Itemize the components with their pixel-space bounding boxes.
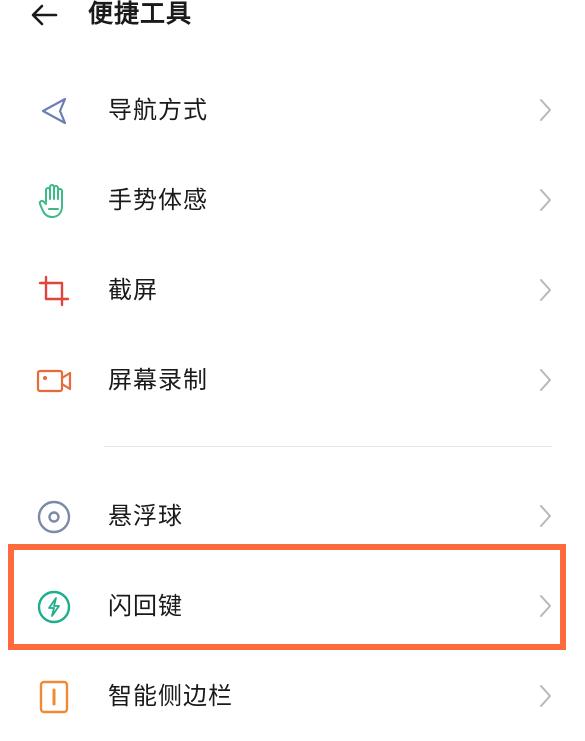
chevron-right-icon	[540, 189, 551, 211]
chevron-right-icon	[540, 595, 551, 617]
list-item-label: 手势体感	[108, 186, 208, 214]
list-item-label: 智能侧边栏	[108, 682, 233, 710]
list-item-label: 闪回键	[108, 592, 183, 620]
hand-gesture-icon	[34, 181, 74, 221]
chevron-right-icon	[540, 685, 551, 707]
list-item-floating-ball[interactable]: 悬浮球	[0, 471, 585, 561]
chevron-right-icon	[540, 279, 551, 301]
header-bar: 便捷工具	[0, 0, 585, 34]
list-item-label: 导航方式	[108, 96, 208, 124]
list-item-label: 悬浮球	[108, 502, 183, 530]
chevron-right-icon	[540, 369, 551, 391]
video-camera-icon	[34, 361, 74, 401]
list-item-screen-recording[interactable]: 屏幕录制	[0, 335, 585, 425]
list-item-screenshot[interactable]: 截屏	[0, 245, 585, 335]
flash-icon	[34, 587, 74, 627]
floating-ball-icon	[34, 497, 74, 537]
list-item-gesture-motion[interactable]: 手势体感	[0, 155, 585, 245]
section-divider	[104, 446, 552, 447]
list-item-smart-sidebar[interactable]: 智能侧边栏	[0, 651, 585, 741]
list-item-flashback-key[interactable]: 闪回键	[0, 561, 585, 651]
list-item-navigation-mode[interactable]: 导航方式	[0, 65, 585, 155]
chevron-right-icon	[540, 505, 551, 527]
navigation-arrow-icon	[34, 91, 74, 131]
list-item-label: 屏幕录制	[108, 366, 208, 394]
list-item-label: 截屏	[108, 276, 158, 304]
crop-icon	[34, 271, 74, 311]
chevron-right-icon	[540, 99, 551, 121]
arrow-left-icon	[31, 4, 58, 26]
page-title: 便捷工具	[88, 0, 193, 28]
back-button[interactable]	[26, 0, 62, 30]
sidebar-icon	[34, 677, 74, 717]
